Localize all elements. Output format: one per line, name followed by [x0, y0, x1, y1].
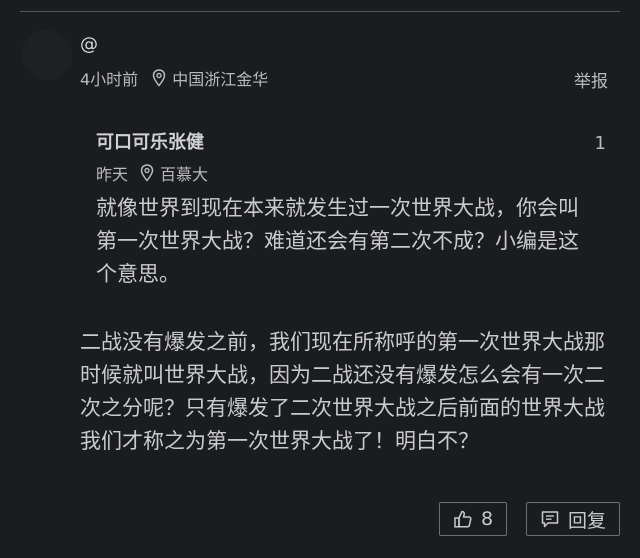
reply-button[interactable]: 回复 — [526, 502, 620, 536]
top-divider — [20, 11, 620, 12]
quoted-reply-time: 昨天 — [96, 165, 129, 184]
comment-meta: 4小时前 中国浙江金华 — [80, 66, 268, 90]
comment-bubble-icon — [541, 511, 559, 528]
location-pin-icon — [152, 69, 166, 87]
quoted-reply-meta: 昨天 百慕大 — [96, 161, 208, 185]
like-button[interactable]: 8 — [439, 502, 507, 536]
avatar[interactable] — [22, 30, 72, 80]
quoted-reply-author[interactable]: 可口可乐张健 — [96, 128, 204, 154]
comment-location: 中国浙江金华 — [172, 70, 269, 89]
quoted-reply-location: 百慕大 — [160, 165, 209, 184]
comment-username[interactable]: @ — [80, 34, 98, 55]
quoted-reply-count: 1 — [594, 133, 606, 154]
location-pin-icon — [140, 164, 154, 182]
report-link[interactable]: 举报 — [574, 67, 608, 92]
like-count: 8 — [480, 508, 494, 530]
comment-text: 二战没有爆发之前，我们现在所称呼的第一次世界大战那时候就叫世界大战，因为二战还没… — [80, 330, 605, 453]
thumbs-up-icon — [454, 510, 472, 528]
reply-label: 回复 — [567, 509, 606, 532]
comment-time: 4小时前 — [80, 70, 139, 89]
quoted-reply-text: 就像世界到现在本来就发生过一次世界大战，你会叫第一次世界大战？难道还会有第二次不… — [96, 196, 579, 286]
